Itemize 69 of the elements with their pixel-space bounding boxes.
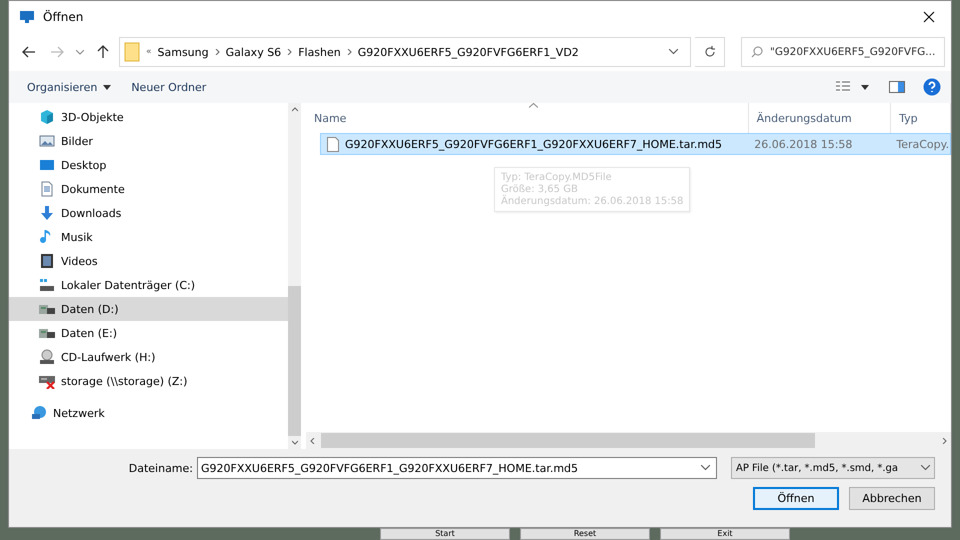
drive-icon bbox=[39, 277, 55, 293]
window-title: Öffnen bbox=[43, 10, 84, 24]
close-icon bbox=[923, 11, 935, 23]
breadcrumb[interactable]: Samsung bbox=[158, 46, 209, 58]
nav-item[interactable]: Downloads bbox=[9, 201, 288, 225]
date-cell-text: 26.06.2018 15:58 bbox=[753, 138, 854, 150]
vertical-scrollbar[interactable] bbox=[288, 103, 301, 449]
cd-drive-icon bbox=[39, 349, 55, 365]
filename-label: Dateiname: bbox=[128, 462, 193, 474]
new-folder-button[interactable]: Neuer Ordner bbox=[123, 76, 214, 98]
help-icon[interactable] bbox=[923, 78, 941, 96]
download-icon bbox=[39, 205, 55, 221]
nav-item[interactable]: CD-Laufwerk (H:) bbox=[9, 345, 288, 369]
chevron-down-icon bbox=[921, 465, 930, 471]
refresh-icon bbox=[704, 46, 716, 58]
desktop-icon bbox=[39, 157, 55, 173]
nav-item[interactable]: Bilder bbox=[9, 129, 288, 153]
file-icon bbox=[327, 136, 339, 152]
network-icon bbox=[31, 405, 47, 421]
picture-icon bbox=[39, 133, 55, 149]
nav-item[interactable]: Lokaler Datenträger (C:) bbox=[9, 273, 288, 297]
chevron-down-icon[interactable] bbox=[669, 49, 678, 55]
file-row[interactable]: G920FXXU6ERF5_G920FVFG6ERF1_G920FXXU6ERF7_HOME.tar.md5 26.06.2018 15:58 TeraCopy. bbox=[320, 133, 951, 155]
search-field[interactable]: "G920FXXU6ERF5_G920FVFG... bbox=[741, 37, 945, 67]
refresh-button[interactable] bbox=[695, 37, 725, 67]
up-arrow-icon bbox=[97, 45, 109, 59]
overflow-marker[interactable]: « bbox=[146, 47, 152, 57]
address-bar[interactable]: « Samsung Galaxy S6 Flashen G920FXXU6ERF5_G920FVFG6ERF1_VD2 bbox=[119, 37, 691, 67]
chevron-right-icon bbox=[287, 49, 292, 55]
type-cell-text: TeraCopy. bbox=[895, 138, 950, 150]
document-icon bbox=[39, 181, 55, 197]
cancel-button[interactable]: Abbrechen bbox=[849, 487, 935, 510]
nav-item[interactable]: Dokumente bbox=[9, 177, 288, 201]
filename-field[interactable]: G920FXXU6ERF5_G920FVFG6ERF1_G920FXXU6ERF7_HOME.tar.md5 bbox=[197, 457, 717, 479]
chevron-down-icon bbox=[76, 50, 84, 54]
breadcrumb[interactable]: Flashen bbox=[298, 46, 341, 58]
organize-menu[interactable]: Organisieren bbox=[19, 76, 120, 98]
nav-item[interactable]: Netzwerk bbox=[9, 401, 288, 425]
preview-pane-icon[interactable] bbox=[889, 81, 905, 93]
chevron-right-icon bbox=[214, 49, 220, 55]
chevron-down-icon[interactable] bbox=[701, 465, 710, 471]
breadcrumb[interactable]: Galaxy S6 bbox=[226, 46, 282, 58]
chevron-left-icon bbox=[310, 438, 315, 444]
app-icon bbox=[19, 9, 35, 25]
folder-icon bbox=[124, 42, 140, 62]
back-arrow-icon bbox=[22, 46, 36, 58]
nav-item[interactable]: storage (\\storage) (Z:) bbox=[9, 369, 288, 393]
chevron-right-icon bbox=[346, 49, 352, 55]
network-drive-icon bbox=[39, 373, 55, 389]
file-type-dropdown[interactable]: AP File (*.tar, *.md5, *.smd, *.ga bbox=[731, 457, 935, 479]
nav-item[interactable]: Desktop bbox=[9, 153, 288, 177]
cube-icon bbox=[39, 109, 55, 125]
chevron-down-icon bbox=[292, 440, 298, 445]
nav-item[interactable]: 3D-Objekte bbox=[9, 105, 288, 129]
search-icon bbox=[751, 46, 763, 58]
chevron-right-icon bbox=[942, 438, 947, 444]
forward-arrow-icon bbox=[50, 46, 64, 58]
nav-item[interactable]: Daten (E:) bbox=[9, 321, 288, 345]
file-name: G920FXXU6ERF5_G920FVFG6ERF1_G920FXXU6ERF7_HOME.tar.md5 bbox=[321, 136, 748, 152]
chevron-up-icon bbox=[292, 107, 298, 112]
nav-item[interactable]: Videos bbox=[9, 249, 288, 273]
open-button[interactable]: Öffnen bbox=[753, 487, 839, 510]
film-icon bbox=[39, 253, 55, 269]
nav-item[interactable]: Daten (D:) bbox=[9, 297, 288, 321]
nav-item[interactable]: Musik bbox=[9, 225, 288, 249]
breadcrumb[interactable]: G920FXXU6ERF5_G920FVFG6ERF1_VD2 bbox=[358, 46, 579, 58]
caret-icon bbox=[103, 84, 112, 90]
horizontal-scrollbar[interactable] bbox=[306, 432, 951, 449]
sort-caret-icon bbox=[529, 103, 538, 108]
